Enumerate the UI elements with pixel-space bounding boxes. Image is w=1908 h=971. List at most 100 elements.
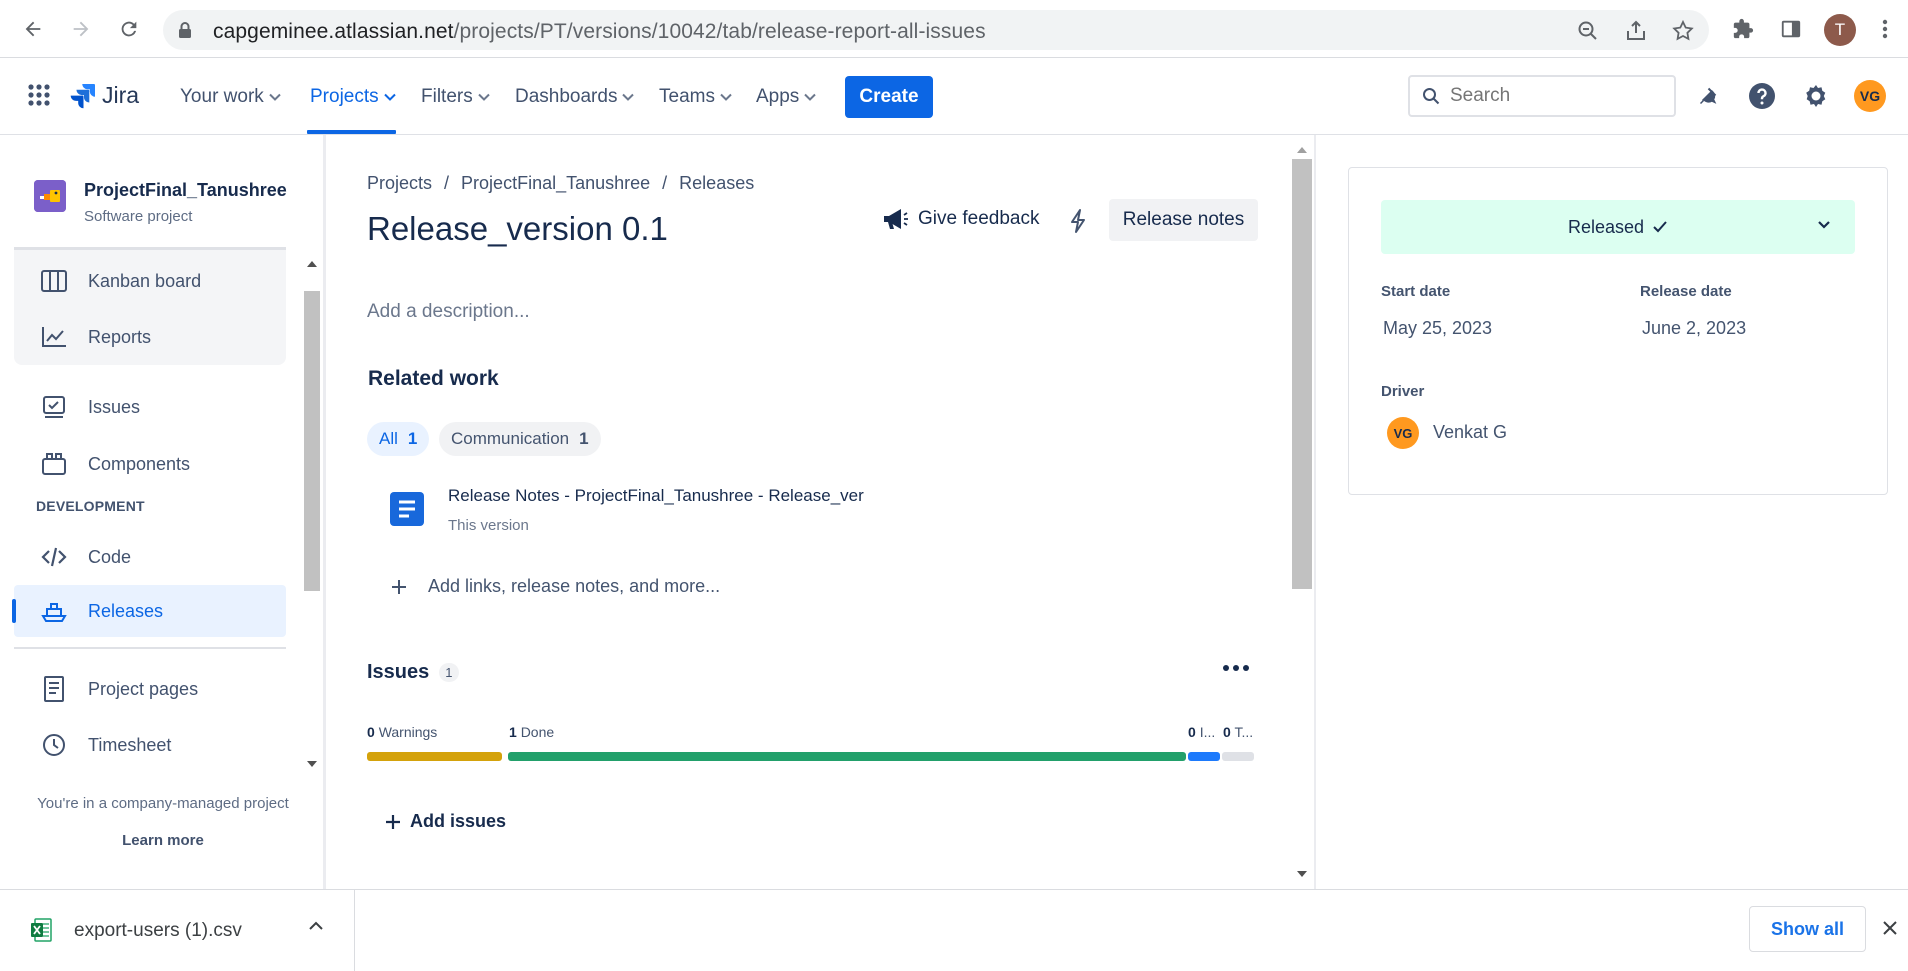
warnings-label[interactable]: 0 Warnings: [367, 724, 437, 740]
in-progress-label[interactable]: 0 I...: [1188, 724, 1215, 740]
releases-icon: [38, 600, 70, 622]
page-title[interactable]: Release_version 0.1: [367, 210, 668, 248]
show-all-button[interactable]: Show all: [1749, 906, 1866, 952]
search-field[interactable]: [1408, 75, 1676, 117]
automation-lightning-icon[interactable]: [1068, 208, 1088, 234]
breadcrumb-releases[interactable]: Releases: [679, 173, 754, 194]
release-notes-button[interactable]: Release notes: [1109, 199, 1258, 241]
todo-label[interactable]: 0 T...: [1223, 724, 1253, 740]
jira-logo[interactable]: Jira: [70, 82, 139, 109]
start-date-value[interactable]: May 25, 2023: [1383, 318, 1492, 339]
chevron-down-icon: [1818, 221, 1830, 229]
warnings-bar[interactable]: [367, 752, 502, 761]
breadcrumb-separator: /: [444, 173, 450, 193]
browser-profile-avatar[interactable]: T: [1824, 14, 1856, 46]
chevron-down-icon: [478, 93, 490, 101]
release-main-content: Projects / ProjectFinal_Tanushree / Rele…: [326, 135, 1290, 889]
sidebar-item-issues[interactable]: Issues: [14, 381, 286, 433]
nav-projects[interactable]: Projects: [310, 86, 396, 108]
related-item-title[interactable]: Release Notes - ProjectFinal_Tanushree -…: [448, 486, 882, 506]
search-input[interactable]: [1450, 83, 1660, 109]
filter-chip-all[interactable]: All 1: [367, 422, 430, 456]
project-sidebar: ProjectFinal_Tanushree Software project …: [0, 135, 326, 889]
sidebar-item-components[interactable]: Components: [14, 438, 286, 490]
side-panel-icon[interactable]: [1776, 14, 1806, 44]
sidebar-item-releases[interactable]: Releases: [12, 585, 286, 637]
reports-icon: [38, 326, 70, 348]
csv-file-icon: [30, 918, 52, 942]
pages-icon: [38, 676, 70, 702]
sidebar-scrollbar[interactable]: [302, 247, 322, 777]
notifications-icon[interactable]: [1692, 80, 1724, 112]
sidebar-item-project-pages[interactable]: Project pages: [14, 663, 286, 715]
company-managed-note: You're in a company-managed project: [37, 795, 289, 812]
add-issues-button[interactable]: Add issues: [384, 811, 506, 832]
lock-icon: [177, 21, 193, 39]
nav-apps[interactable]: Apps: [756, 86, 817, 108]
give-feedback-button[interactable]: Give feedback: [882, 207, 1039, 231]
chevron-down-icon: [804, 93, 817, 101]
nav-your-work[interactable]: Your work: [180, 86, 281, 108]
breadcrumb-projects[interactable]: Projects: [367, 173, 432, 194]
issues-icon: [38, 395, 70, 419]
megaphone-icon: [884, 209, 908, 229]
code-icon: [38, 546, 70, 568]
in-progress-bar[interactable]: [1188, 752, 1220, 761]
app-switcher-icon[interactable]: [28, 84, 50, 106]
extensions-icon[interactable]: [1728, 14, 1758, 44]
back-arrow-icon[interactable]: [18, 14, 48, 44]
main-scrollbar[interactable]: [1290, 135, 1316, 889]
create-button[interactable]: Create: [845, 76, 933, 118]
description-field[interactable]: Add a description...: [367, 301, 530, 323]
star-icon[interactable]: [1671, 19, 1695, 43]
chevron-down-icon: [383, 93, 396, 101]
jira-logo-icon: [70, 83, 95, 108]
chevron-down-icon: [622, 93, 635, 101]
filter-chip-communication[interactable]: Communication 1: [439, 422, 601, 456]
nav-teams[interactable]: Teams: [659, 86, 732, 108]
browser-toolbar: capgeminee.atlassian.net/projects/PT/ver…: [0, 0, 1908, 58]
issues-count-badge: 1: [439, 663, 459, 682]
jira-top-navigation: Jira Your work Projects Filters Dashboar…: [0, 58, 1908, 135]
plus-icon: [392, 579, 406, 594]
checkmark-icon: [1653, 221, 1667, 233]
chevron-up-icon[interactable]: [308, 920, 324, 932]
release-date-value[interactable]: June 2, 2023: [1642, 318, 1746, 339]
download-item[interactable]: export-users (1).csv: [0, 890, 355, 971]
related-item-subtitle: This version: [448, 517, 529, 534]
sidebar-item-timesheet[interactable]: Timesheet: [14, 719, 286, 771]
url-text: capgeminee.atlassian.net/projects/PT/ver…: [213, 20, 986, 43]
downloads-bar: export-users (1).csv Show all: [0, 889, 1908, 971]
sidebar-item-code[interactable]: Code: [14, 531, 286, 583]
breadcrumb: Projects / ProjectFinal_Tanushree / Rele…: [367, 173, 754, 194]
address-bar[interactable]: capgeminee.atlassian.net/projects/PT/ver…: [163, 10, 1709, 50]
add-links-button[interactable]: Add links, release notes, and more...: [390, 576, 720, 597]
learn-more-link[interactable]: Learn more: [0, 832, 326, 849]
search-icon: [1422, 87, 1440, 105]
nav-dashboards[interactable]: Dashboards: [515, 86, 635, 108]
done-label[interactable]: 1 Done: [509, 724, 554, 740]
jira-product-name: Jira: [102, 82, 140, 108]
share-icon[interactable]: [1624, 19, 1648, 43]
release-status-dropdown[interactable]: Released: [1381, 200, 1855, 254]
nav-filters[interactable]: Filters: [421, 86, 490, 108]
more-actions-icon[interactable]: [1222, 663, 1250, 673]
sidebar-item-kanban-board[interactable]: Kanban board: [14, 255, 286, 307]
project-name: ProjectFinal_Tanushree: [84, 180, 287, 200]
breadcrumb-project[interactable]: ProjectFinal_Tanushree: [461, 173, 650, 194]
issues-header: Issues 1: [367, 661, 459, 684]
help-icon[interactable]: [1746, 80, 1778, 112]
related-work-title: Related work: [368, 367, 499, 390]
user-avatar[interactable]: VG: [1854, 80, 1886, 112]
chevron-down-icon: [269, 93, 281, 101]
forward-arrow-icon[interactable]: [66, 14, 96, 44]
reload-icon[interactable]: [114, 14, 144, 44]
done-bar[interactable]: [508, 752, 1186, 761]
settings-gear-icon[interactable]: [1800, 80, 1832, 112]
driver-name[interactable]: Venkat G: [1433, 422, 1507, 443]
sidebar-item-reports[interactable]: Reports: [14, 311, 286, 363]
browser-menu-icon[interactable]: [1870, 14, 1900, 44]
todo-bar[interactable]: [1222, 752, 1254, 761]
close-icon[interactable]: [1881, 919, 1899, 937]
zoom-icon[interactable]: [1576, 19, 1600, 43]
